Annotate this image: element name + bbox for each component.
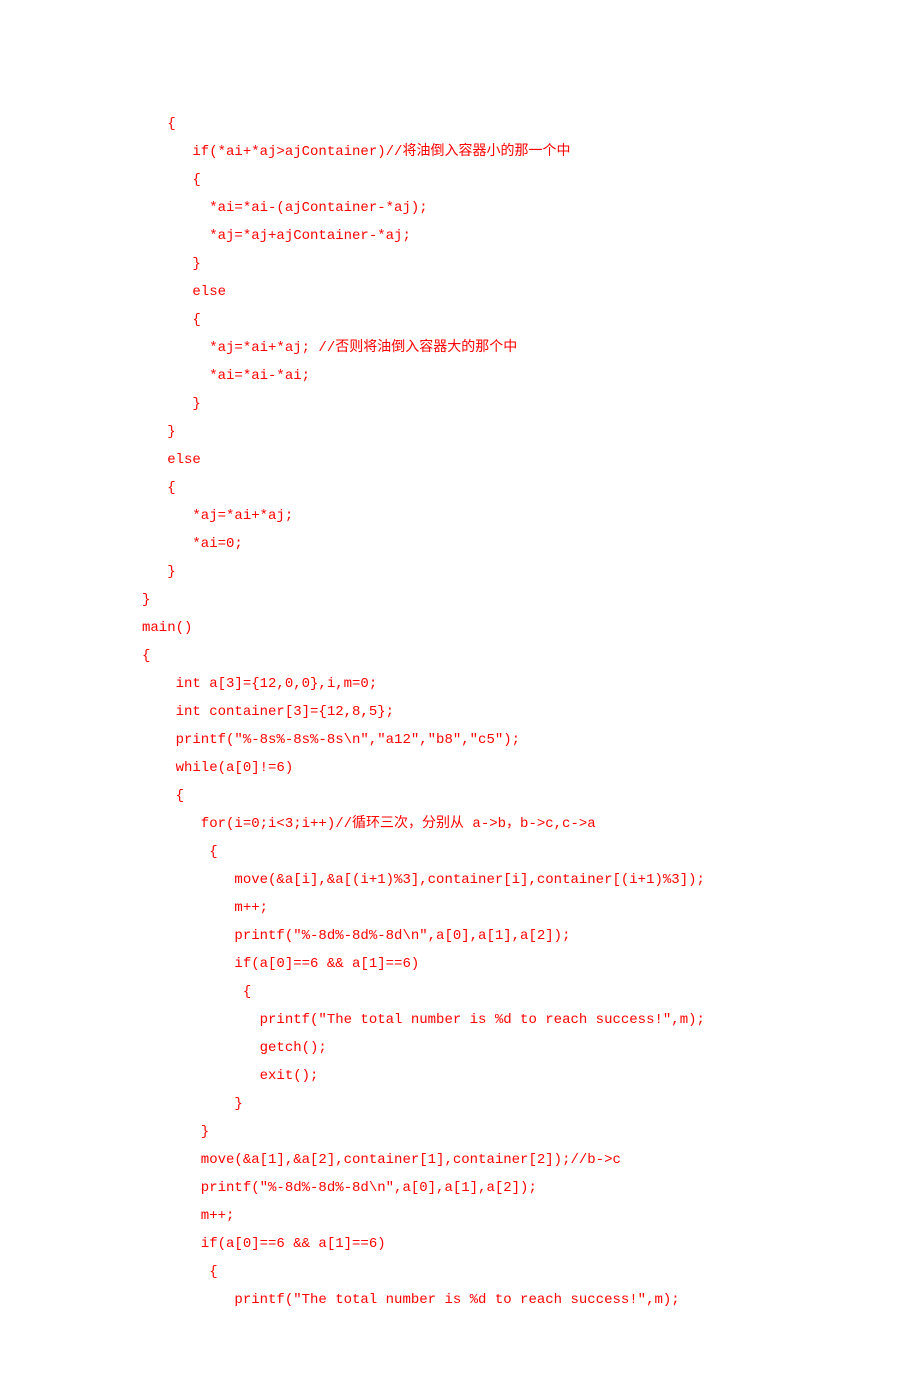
code-line: } [142,1118,850,1146]
code-line: { [142,642,850,670]
code-line: { [142,978,850,1006]
code-line: printf("The total number is %d to reach … [142,1006,850,1034]
code-line: *ai=*ai-(ajContainer-*aj); [142,194,850,222]
code-line: int container[3]={12,8,5}; [142,698,850,726]
code-line: for(i=0;i<3;i++)//循环三次，分别从 a->b，b->c,c->… [142,810,850,838]
code-line: } [142,250,850,278]
code-line: main() [142,614,850,642]
code-line: if(*ai+*aj>ajContainer)//将油倒入容器小的那一个中 [142,138,850,166]
code-line: { [142,838,850,866]
code-line: { [142,110,850,138]
code-line: { [142,474,850,502]
code-line: if(a[0]==6 && a[1]==6) [142,950,850,978]
code-line: exit(); [142,1062,850,1090]
code-line: { [142,306,850,334]
code-line: else [142,446,850,474]
code-line: printf("%-8d%-8d%-8d\n",a[0],a[1],a[2]); [142,922,850,950]
code-line: else [142,278,850,306]
code-page: { if(*ai+*aj>ajContainer)//将油倒入容器小的那一个中 … [0,0,920,1374]
code-line: printf("%-8s%-8s%-8s\n","a12","b8","c5")… [142,726,850,754]
code-line: } [142,418,850,446]
code-line: int a[3]={12,0,0},i,m=0; [142,670,850,698]
code-line: *ai=*ai-*ai; [142,362,850,390]
code-line: getch(); [142,1034,850,1062]
code-line: if(a[0]==6 && a[1]==6) [142,1230,850,1258]
code-line: } [142,558,850,586]
code-line: *aj=*ai+*aj; //否则将油倒入容器大的那个中 [142,334,850,362]
code-line: m++; [142,894,850,922]
code-line: } [142,586,850,614]
code-line: *ai=0; [142,530,850,558]
code-line: } [142,390,850,418]
code-line: printf("%-8d%-8d%-8d\n",a[0],a[1],a[2]); [142,1174,850,1202]
code-line: *aj=*aj+ajContainer-*aj; [142,222,850,250]
code-line: move(&a[1],&a[2],container[1],container[… [142,1146,850,1174]
code-line: } [142,1090,850,1118]
code-line: while(a[0]!=6) [142,754,850,782]
code-line: printf("The total number is %d to reach … [142,1286,850,1314]
code-line: { [142,166,850,194]
code-line: m++; [142,1202,850,1230]
code-line: { [142,782,850,810]
code-line: move(&a[i],&a[(i+1)%3],container[i],cont… [142,866,850,894]
code-line: { [142,1258,850,1286]
code-line: *aj=*ai+*aj; [142,502,850,530]
